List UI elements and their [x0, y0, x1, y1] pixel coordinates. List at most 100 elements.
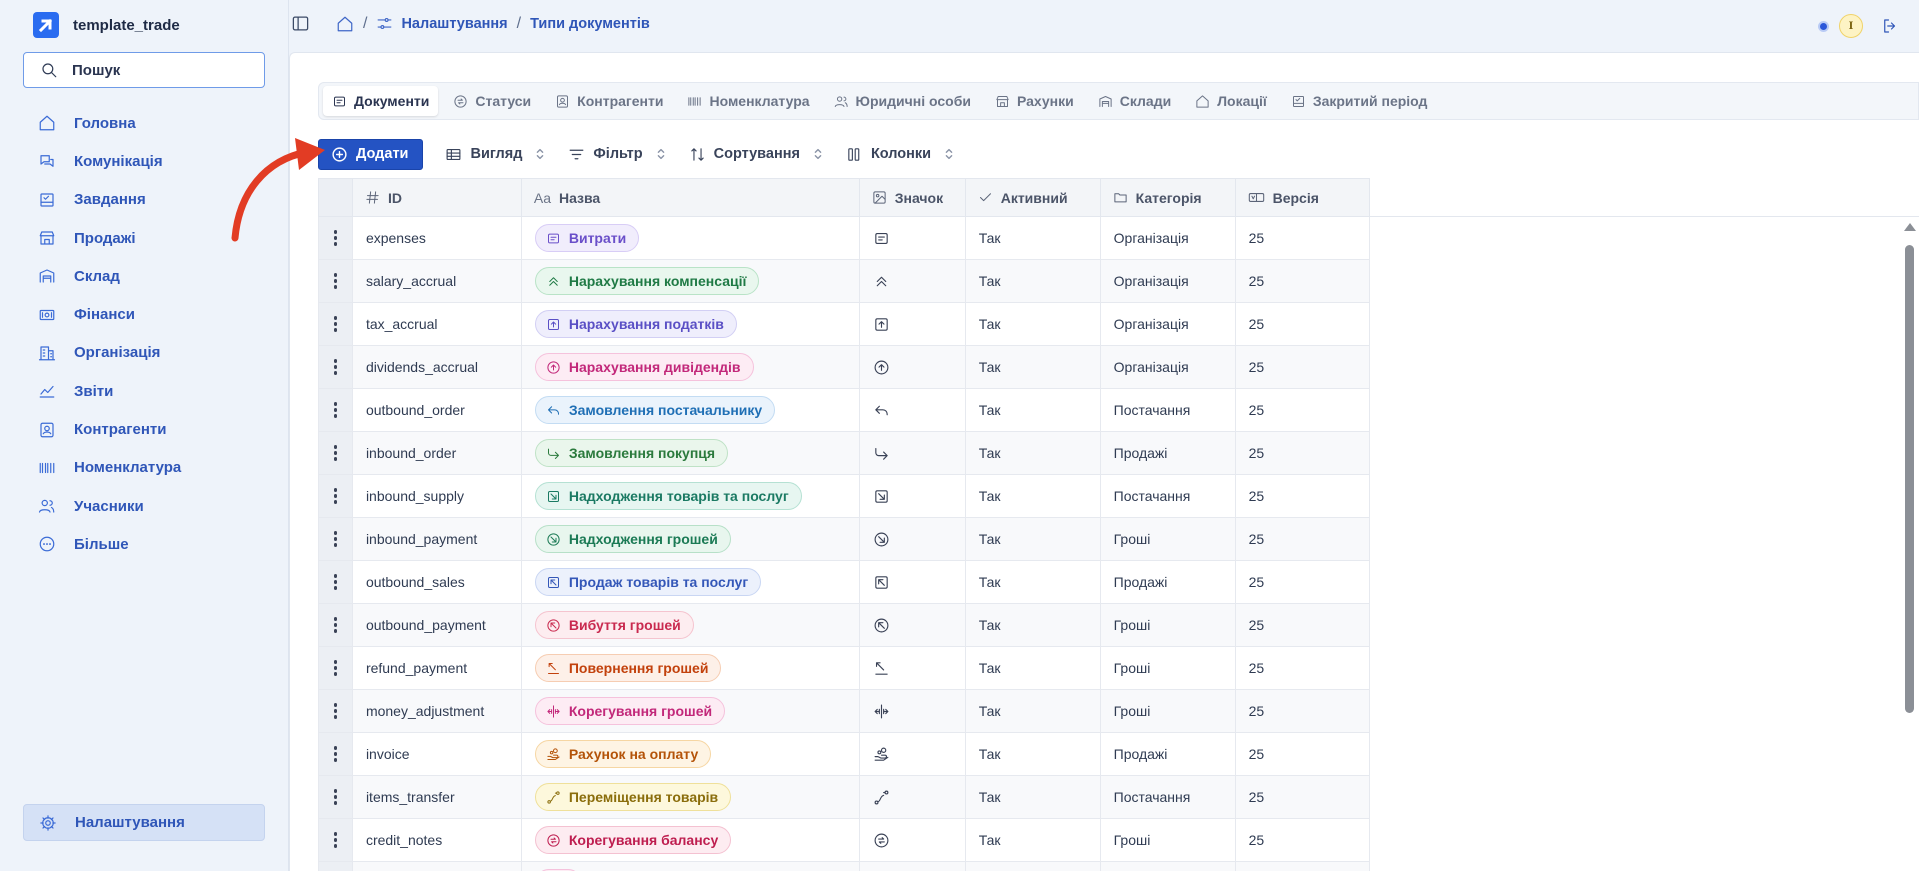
row-menu-button[interactable]: [318, 259, 353, 303]
sidebar-item-4[interactable]: Склад: [23, 257, 265, 295]
tab-1[interactable]: Статуси: [444, 86, 540, 116]
search-input[interactable]: Пошук: [23, 52, 265, 88]
row-menu-button[interactable]: [318, 775, 353, 819]
column-header-category[interactable]: Категорія: [1099, 178, 1236, 217]
avatar[interactable]: I: [1839, 14, 1863, 38]
view-button[interactable]: Вигляд: [445, 146, 546, 163]
logout-icon[interactable]: [1881, 17, 1899, 35]
table-row[interactable]: salary_accrual Нарахування компенсації Так…: [318, 259, 1919, 303]
name-badge[interactable]: Нарахування податків: [534, 310, 737, 338]
tab-2[interactable]: Контрагенти: [546, 86, 672, 116]
table-row[interactable]: outbound_sales Продаж товарів та послуг Та…: [318, 560, 1919, 604]
sidebar-item-8[interactable]: Контрагенти: [23, 410, 265, 448]
table-row[interactable]: dividends_accrual Нарахування дивідендів Т…: [318, 345, 1919, 389]
row-menu-button[interactable]: [318, 517, 353, 561]
sidebar-item-1[interactable]: Комунікація: [23, 142, 265, 180]
add-button[interactable]: Додати: [318, 138, 424, 170]
name-badge[interactable]: Надходження товарів та послуг: [534, 482, 802, 510]
table-row[interactable]: money_adjustment Корегування грошей Так Гро…: [318, 689, 1919, 733]
table-row[interactable]: outbound_payment Вибуття грошей Так Гроші 25: [318, 603, 1919, 647]
column-header-version[interactable]: Версія: [1234, 178, 1371, 217]
row-menu-button[interactable]: [318, 689, 353, 733]
name-badge[interactable]: Нарахування компенсації: [534, 267, 760, 295]
scroll-up-arrow-icon[interactable]: [1904, 223, 1916, 231]
name-badge-label: Замовлення покупця: [568, 445, 716, 461]
name-badge[interactable]: Переміщення товарів: [534, 783, 732, 811]
filter-button[interactable]: Фільтр: [568, 146, 666, 163]
task-icon: [38, 191, 56, 209]
sidebar-item-5[interactable]: Фінанси: [23, 295, 265, 333]
row-menu-button[interactable]: [318, 474, 353, 518]
home-icon[interactable]: [336, 15, 354, 33]
cell-category: Організація: [1099, 302, 1236, 346]
column-header-active[interactable]: Активний: [964, 178, 1101, 217]
sidebar-item-6[interactable]: Організація: [23, 334, 265, 372]
table-row[interactable]: items_transfer Переміщення товарів Так Пост…: [318, 775, 1919, 819]
sort-button[interactable]: Сортування: [689, 146, 824, 163]
sidebar-item-7[interactable]: Звіти: [23, 372, 265, 410]
row-menu-button[interactable]: [318, 560, 353, 604]
table-row[interactable]: inbound_supply Надходження товарів та пос…: [318, 474, 1919, 518]
table-row[interactable]: [318, 861, 1919, 871]
columns-button[interactable]: Колонки: [846, 146, 955, 163]
table-row[interactable]: outbound_order Замовлення постачальнику Та…: [318, 388, 1919, 432]
sidebar-nav: Головна Комунікація Завдання Продажі Склад Фі…: [23, 104, 265, 564]
table-row[interactable]: expenses Витрати Так Організація 25: [318, 216, 1919, 260]
name-badge[interactable]: Надходження грошей: [534, 525, 731, 553]
row-menu-button[interactable]: [318, 216, 353, 260]
row-menu-button[interactable]: [318, 603, 353, 647]
sidebar-item-10[interactable]: Учасники: [23, 487, 265, 525]
row-menu-button[interactable]: [318, 388, 353, 432]
row-menu-button[interactable]: [318, 861, 353, 871]
row-menu-button[interactable]: [318, 732, 353, 776]
view-label: Вигляд: [470, 146, 523, 162]
status-dot[interactable]: [1818, 20, 1829, 32]
breadcrumb-settings[interactable]: Налаштування: [401, 16, 507, 32]
cell-version: 25: [1234, 560, 1371, 604]
scrollbar-thumb[interactable]: [1905, 245, 1914, 713]
tab-5[interactable]: Рахунки: [986, 86, 1083, 116]
tab-7[interactable]: Локації: [1186, 86, 1276, 116]
row-menu-button[interactable]: [318, 345, 353, 389]
table-row[interactable]: invoice Рахунок на оплату Так Продажі 25: [318, 732, 1919, 776]
table-row[interactable]: tax_accrual Нарахування податків Так Органі…: [318, 302, 1919, 346]
name-badge[interactable]: Витрати: [534, 224, 640, 252]
sidebar-item-settings[interactable]: Налаштування: [23, 804, 265, 841]
row-menu-button[interactable]: [318, 818, 353, 862]
sidebar-item-9[interactable]: Номенклатура: [23, 449, 265, 487]
name-badge[interactable]: Корегування балансу: [534, 826, 732, 854]
sidebar-item-0[interactable]: Головна: [23, 104, 265, 142]
cell-category: Організація: [1099, 345, 1236, 389]
name-badge[interactable]: Замовлення покупця: [534, 439, 729, 467]
cell-icon: [858, 431, 966, 475]
brand[interactable]: template_trade: [33, 12, 180, 38]
row-menu-button[interactable]: [318, 431, 353, 475]
sidebar-toggle-icon[interactable]: [291, 14, 310, 33]
name-badge[interactable]: Нарахування дивідендів: [534, 353, 754, 381]
sidebar-item-11[interactable]: Більше: [23, 525, 265, 563]
column-header-id[interactable]: ID: [351, 178, 522, 217]
table-row[interactable]: inbound_order Замовлення покупця Так Продаж…: [318, 431, 1919, 475]
tab-6[interactable]: Склади: [1089, 86, 1180, 116]
name-badge[interactable]: Замовлення постачальнику: [534, 396, 776, 424]
sidebar-item-3[interactable]: Продажі: [23, 219, 265, 257]
name-badge[interactable]: Рахунок на оплату: [534, 740, 712, 768]
name-badge[interactable]: Продаж товарів та послуг: [534, 568, 762, 596]
name-badge[interactable]: Вибуття грошей: [534, 611, 694, 639]
column-header-icon[interactable]: Значок: [858, 178, 966, 217]
tab-3[interactable]: Номенклатура: [678, 86, 818, 116]
table-row[interactable]: credit_notes Корегування балансу Так Гроші 2…: [318, 818, 1919, 862]
column-header-name[interactable]: Aa Назва: [520, 178, 860, 217]
table-row[interactable]: refund_payment Повернення грошей Так Гроші 2…: [318, 646, 1919, 690]
row-menu-button[interactable]: [318, 646, 353, 690]
row-menu-button[interactable]: [318, 302, 353, 346]
cell-icon: [858, 646, 966, 690]
vertical-scrollbar[interactable]: [1903, 223, 1916, 871]
tab-8[interactable]: Закритий період: [1282, 86, 1437, 116]
table-row[interactable]: inbound_payment Надходження грошей Так Грош…: [318, 517, 1919, 561]
tab-0[interactable]: Документи: [323, 86, 439, 116]
tab-4[interactable]: Юридичні особи: [825, 86, 980, 116]
name-badge[interactable]: Корегування грошей: [534, 697, 726, 725]
name-badge[interactable]: Повернення грошей: [534, 654, 722, 682]
sidebar-item-2[interactable]: Завдання: [23, 181, 265, 219]
